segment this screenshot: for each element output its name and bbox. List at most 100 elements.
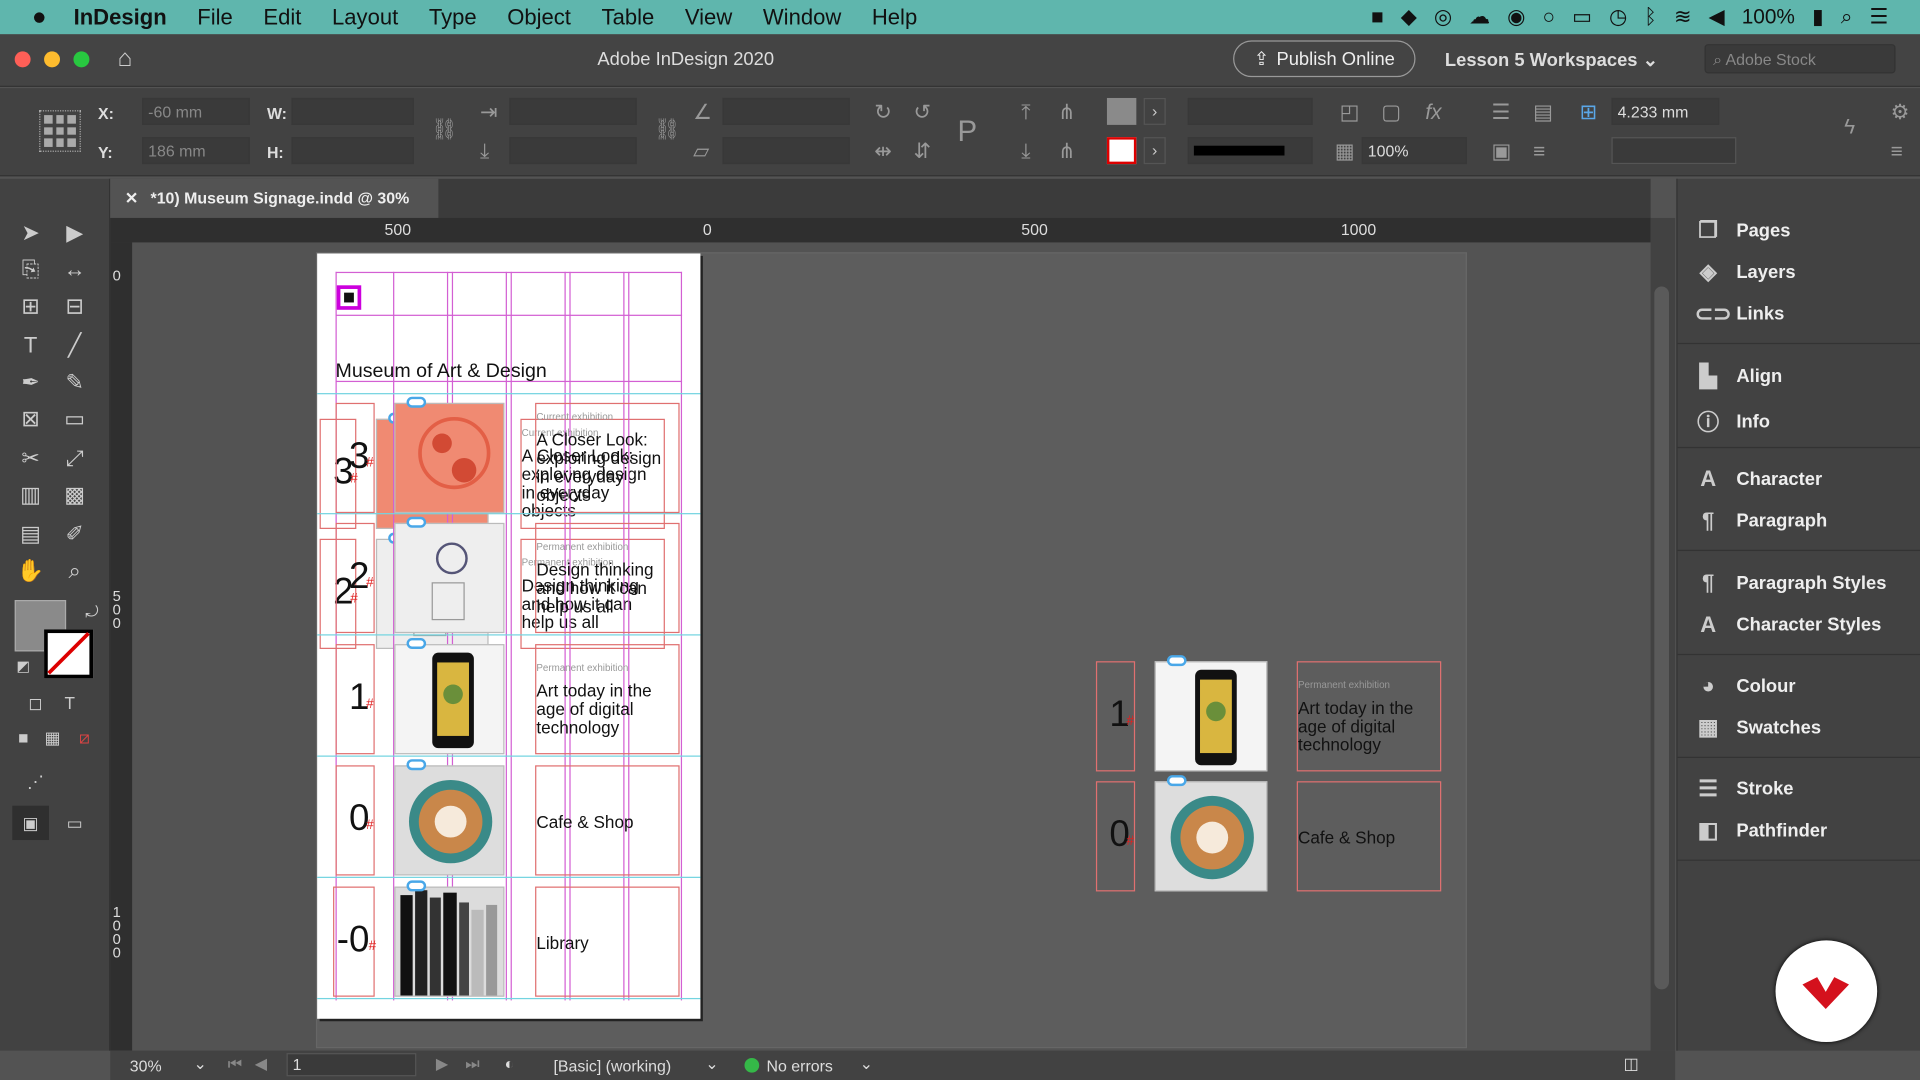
number-frame[interactable]: 2 # [335,522,375,634]
stroke-weight-field[interactable] [1187,97,1313,125]
rectangle-tool-icon[interactable]: ▭ [56,402,93,436]
panel-pathfinder[interactable]: ◧ Pathfinder [1695,818,1827,844]
library-image[interactable] [394,886,505,997]
text-frame[interactable]: Permanent exhibition Art today in the age… [535,644,680,755]
text-wrap-none-icon[interactable]: ☰ [1491,100,1510,124]
close-tab-icon[interactable]: ✕ [125,189,138,207]
scale-x-field[interactable] [509,97,637,125]
prev-page-icon[interactable]: ◀ [255,1054,267,1074]
content-placer-icon[interactable]: ⊟ [56,289,93,323]
cafe-image[interactable] [1154,781,1268,892]
flip-horizontal-icon[interactable]: ⇹ [874,140,891,164]
opacity-field[interactable]: 100% [1361,137,1467,165]
battery-icon[interactable]: ▮ [1812,5,1823,29]
museum-heading[interactable]: Museum of Art & Design [336,361,547,383]
formatting-text-icon[interactable]: T [51,686,88,720]
pen-tool-icon[interactable]: ✒ [12,365,49,399]
page-number-field[interactable]: 1 [286,1053,417,1077]
document-canvas[interactable]: 3 # Current exhibition A Closer Look: expl… [132,242,1651,1051]
spotlight-icon[interactable]: ⌕ [1841,5,1853,29]
menu-type[interactable]: Type [429,4,477,30]
panel-stroke[interactable]: ☰ Stroke [1695,776,1793,802]
panel-layers[interactable]: ◈ Layers [1695,260,1796,286]
gear-icon[interactable]: ⚙ [1891,100,1910,124]
panel-pages[interactable]: ❐ Pages [1695,218,1790,244]
zoom-window-button[interactable] [73,51,90,68]
gradient-feather-tool-icon[interactable]: ▩ [56,478,93,512]
hand-tool-icon[interactable]: ✋ [12,553,49,587]
link-icon[interactable] [1166,775,1187,787]
rotate-cw-icon[interactable]: ↻ [874,100,891,124]
normal-view-icon[interactable]: ▣ [12,805,49,841]
rotate-field[interactable] [722,97,850,125]
stroke-menu-icon[interactable]: › [1143,137,1166,165]
exhibition-image-1[interactable] [1154,661,1268,772]
cafe-image[interactable] [394,765,505,876]
cloud-icon[interactable]: ☁ [1469,5,1490,29]
scissors-tool-icon[interactable]: ✂ [12,441,49,475]
link-icon[interactable] [406,880,427,892]
rotate-ccw-icon[interactable]: ↺ [913,100,930,124]
menu-app[interactable]: InDesign [74,4,167,30]
panel-links[interactable]: ⊂⊃ Links [1695,301,1785,327]
app-badge-icon[interactable] [1775,940,1878,1043]
split-view-icon[interactable]: ◫ [1624,1054,1639,1074]
clock-icon[interactable]: ◷ [1609,5,1627,29]
number-frame[interactable]: -0 # [333,886,376,997]
note-tool-icon[interactable]: ▤ [12,517,49,551]
first-page-icon[interactable]: ⏮ [228,1054,242,1074]
lightning-icon[interactable]: ϟ [1844,115,1855,139]
page-tool-icon[interactable]: ⎘ [12,252,49,286]
errors-chevron-icon[interactable]: ⌄ [860,1054,873,1074]
number-frame[interactable]: 1 # [1095,661,1136,772]
adobe-stock-search[interactable]: ⌕ Adobe Stock [1704,44,1896,74]
museum-logo-icon[interactable] [336,285,362,310]
document-tab[interactable]: ✕ *10) Museum Signage.indd @ 30% [110,178,439,218]
exhibition-image-3[interactable] [394,402,505,514]
y-field[interactable]: 186 mm [142,137,250,165]
fill-swatch[interactable] [1106,97,1137,125]
preview-mode-icon[interactable]: ▭ [56,806,93,840]
menu-view[interactable]: View [685,4,732,30]
panel-character[interactable]: A Character [1695,467,1822,493]
panel-align[interactable]: ▙ Align [1695,364,1783,390]
number-frame[interactable]: 3 # [335,402,375,514]
w-field[interactable] [291,97,414,125]
circle-icon[interactable]: ○ [1542,5,1555,29]
panel-paragraph[interactable]: ¶ Paragraph [1695,508,1827,534]
pencil-tool-icon[interactable]: ✎ [56,365,93,399]
menu-layout[interactable]: Layout [332,4,398,30]
menu-edit[interactable]: Edit [263,4,301,30]
zoom-chevron-icon[interactable]: ⌄ [193,1054,206,1074]
text-frame[interactable]: Permanent exhibition Design thinking and … [535,522,680,634]
select-content-icon[interactable]: ⤓ [1021,140,1030,164]
link-icon[interactable] [406,516,427,528]
corner-style-select[interactable] [1611,137,1737,165]
drop-shadow-icon[interactable]: ◰ [1340,100,1360,124]
rotate-angle-icon[interactable]: ∠ [693,100,712,124]
wifi-icon[interactable]: ≋ [1674,5,1691,29]
shadow-icon[interactable]: ▢ [1381,100,1401,124]
vertical-scrollbar[interactable] [1650,217,1676,1051]
shear-angle-icon[interactable]: ▱ [693,140,709,164]
text-frame[interactable]: Library [535,886,680,997]
text-frame[interactable]: Current exhibition A Closer Look: explori… [535,402,680,514]
panel-info[interactable]: ⓘ Info [1695,405,1770,437]
panel-colour[interactable]: ◕ Colour [1695,673,1796,699]
publish-online-button[interactable]: ⇪ Publish Online [1233,40,1416,78]
flip-vertical-icon[interactable]: ⇵ [913,140,930,164]
text-frame[interactable]: Cafe & Shop [1296,781,1442,892]
menu-help[interactable]: Help [872,4,917,30]
scale-y-field[interactable] [509,137,637,165]
number-frame[interactable]: 0 # [1095,781,1136,892]
direct-selection-tool-icon[interactable]: ▶ [56,216,93,250]
airplay-icon[interactable]: ▭ [1572,5,1592,29]
gap-tool-icon[interactable]: ↔ [56,252,93,286]
reference-point-icon[interactable] [39,110,81,152]
constrain-proportions-icon[interactable]: ⛓ [431,118,457,142]
volume-icon[interactable]: ◀ [1709,5,1725,29]
stroke-type-select[interactable] [1187,137,1313,165]
menu-object[interactable]: Object [507,4,571,30]
link-scale-icon[interactable]: ⛓ [654,118,680,142]
fill-menu-icon[interactable]: › [1143,97,1166,125]
